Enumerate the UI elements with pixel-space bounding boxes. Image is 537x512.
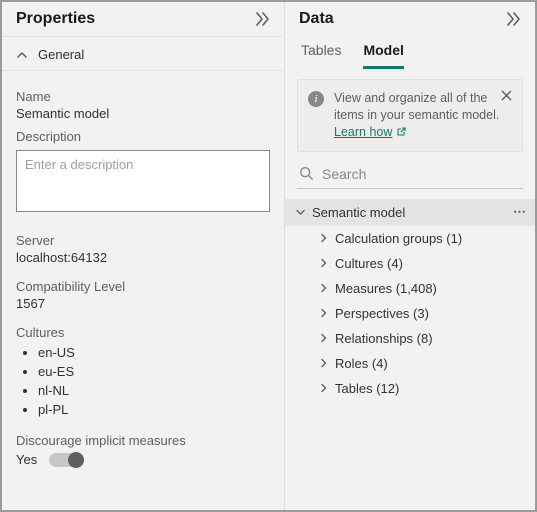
general-section-label: General	[38, 47, 84, 62]
chevron-up-icon	[16, 49, 28, 61]
tree-item[interactable]: Measures (1,408)	[285, 276, 535, 301]
description-input[interactable]	[16, 150, 270, 212]
list-item: nl-NL	[38, 382, 270, 401]
discourage-value: Yes	[16, 452, 37, 467]
tree-item-label: Tables (12)	[335, 381, 399, 396]
model-tree: Semantic model ⋯ Calculation groups (1) …	[285, 199, 535, 401]
list-item: eu-ES	[38, 363, 270, 382]
tree-item-label: Calculation groups (1)	[335, 231, 462, 246]
properties-title: Properties	[16, 10, 95, 28]
tab-tables[interactable]: Tables	[301, 42, 341, 69]
chevron-right-icon	[319, 233, 329, 243]
tree-item[interactable]: Cultures (4)	[285, 251, 535, 276]
learn-how-label: Learn how	[334, 124, 392, 141]
data-pane: Data Tables Model i View and organize al…	[285, 2, 535, 510]
chevron-right-icon	[319, 258, 329, 268]
chevron-double-right-icon	[506, 12, 522, 26]
server-label: Server	[16, 233, 270, 248]
description-label: Description	[16, 129, 270, 144]
search-box[interactable]	[297, 162, 523, 189]
tree-item[interactable]: Calculation groups (1)	[285, 226, 535, 251]
data-title: Data	[299, 10, 334, 28]
general-section-header[interactable]: General	[2, 36, 284, 71]
cultures-label: Cultures	[16, 325, 270, 340]
external-link-icon	[396, 127, 406, 137]
search-icon	[299, 166, 314, 181]
name-label: Name	[16, 89, 270, 104]
info-icon: i	[308, 91, 324, 107]
name-value: Semantic model	[16, 106, 270, 121]
tree-item-label: Measures (1,408)	[335, 281, 437, 296]
tab-model[interactable]: Model	[363, 42, 403, 69]
cultures-list: en-US eu-ES nl-NL pl-PL	[38, 344, 270, 419]
learn-how-link[interactable]: Learn how	[334, 124, 406, 141]
tree-item[interactable]: Relationships (8)	[285, 326, 535, 351]
tree-item-label: Cultures (4)	[335, 256, 403, 271]
search-input[interactable]	[322, 166, 521, 182]
tree-item[interactable]: Roles (4)	[285, 351, 535, 376]
tree-item[interactable]: Tables (12)	[285, 376, 535, 401]
chevron-down-icon	[295, 207, 306, 218]
discourage-toggle[interactable]	[49, 453, 83, 467]
info-tip: i View and organize all of the items in …	[297, 79, 523, 152]
tip-close-button[interactable]	[497, 86, 516, 105]
compat-label: Compatibility Level	[16, 279, 270, 294]
tree-item-label: Relationships (8)	[335, 331, 433, 346]
chevron-right-icon	[319, 333, 329, 343]
discourage-label: Discourage implicit measures	[16, 433, 270, 448]
tree-root-more-button[interactable]: ⋯	[513, 204, 527, 220]
chevron-right-icon	[319, 308, 329, 318]
tree-root-label: Semantic model	[312, 205, 405, 220]
tip-text: View and organize all of the items in yo…	[334, 91, 499, 122]
chevron-right-icon	[319, 383, 329, 393]
data-collapse-button[interactable]	[505, 10, 523, 28]
tree-item-label: Roles (4)	[335, 356, 388, 371]
compat-value: 1567	[16, 296, 270, 311]
tree-root-semantic-model[interactable]: Semantic model ⋯	[285, 199, 535, 226]
list-item: en-US	[38, 344, 270, 363]
list-item: pl-PL	[38, 401, 270, 420]
chevron-right-icon	[319, 358, 329, 368]
properties-pane: Properties General Name Semantic model D…	[2, 2, 285, 510]
server-value: localhost:64132	[16, 250, 270, 265]
chevron-double-right-icon	[255, 12, 271, 26]
chevron-right-icon	[319, 283, 329, 293]
tree-item-label: Perspectives (3)	[335, 306, 429, 321]
close-icon	[501, 90, 512, 101]
properties-collapse-button[interactable]	[254, 10, 272, 28]
tree-item[interactable]: Perspectives (3)	[285, 301, 535, 326]
